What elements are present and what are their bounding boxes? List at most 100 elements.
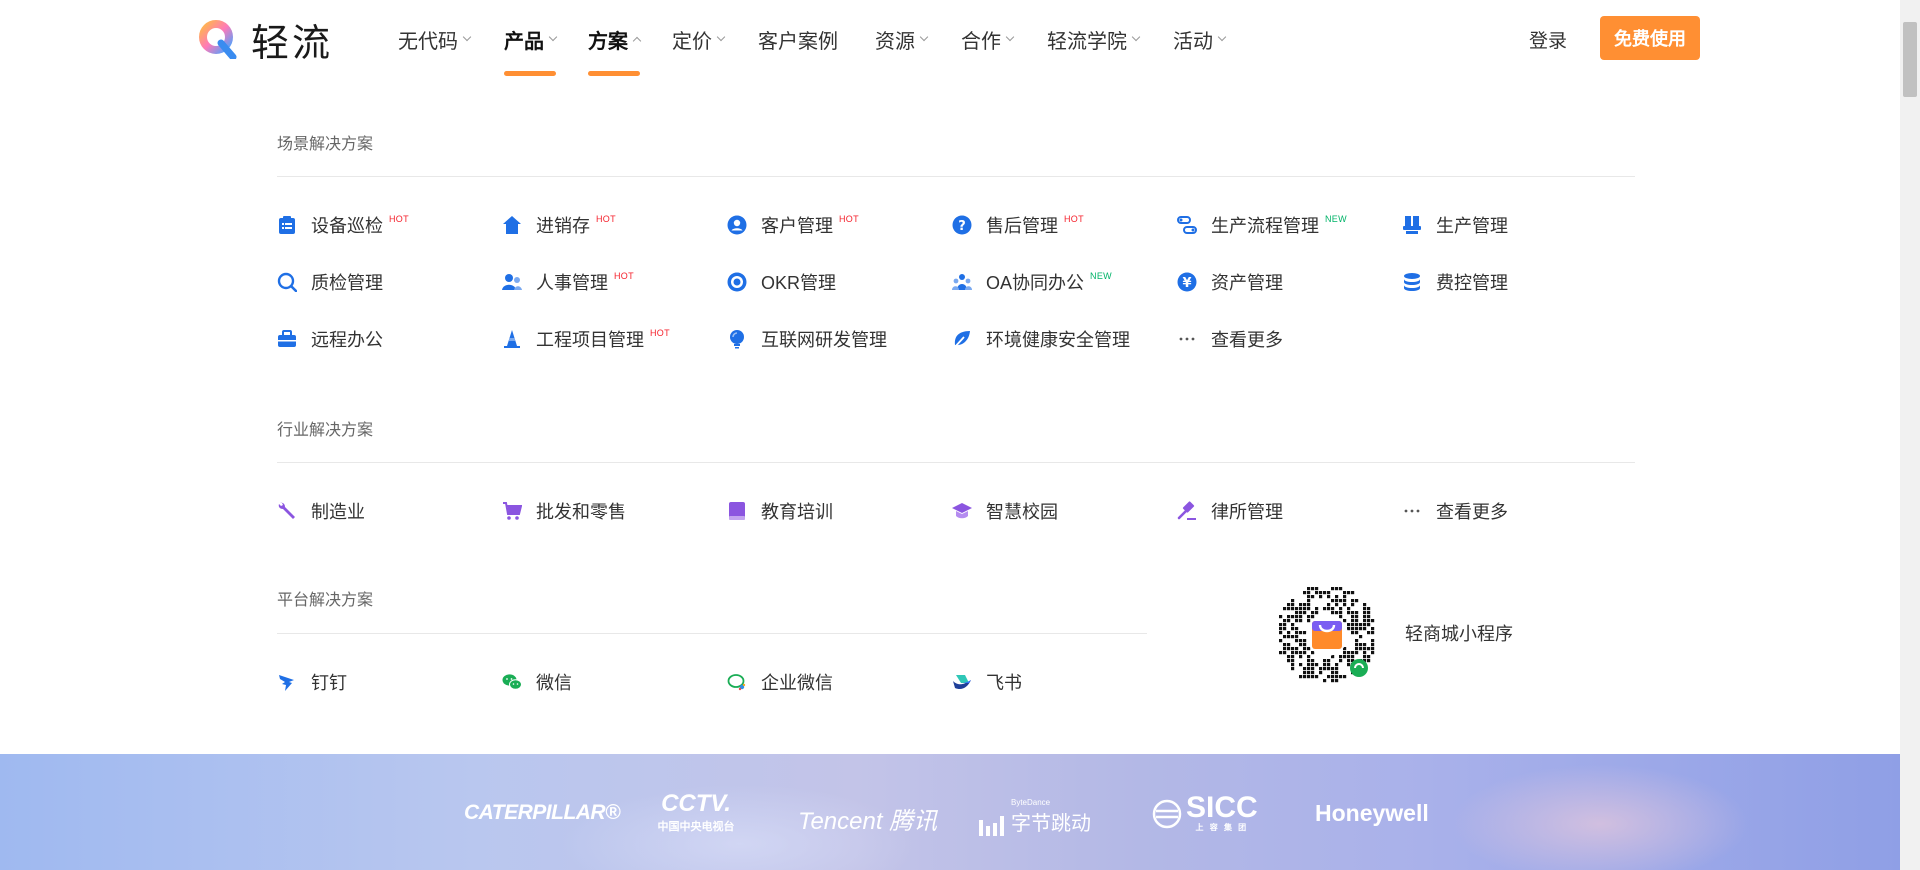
menu-item-industry-more[interactable]: 查看更多: [1402, 496, 1508, 526]
qr-dot: [1311, 615, 1315, 619]
qr-dot: [1367, 619, 1371, 623]
sicc-emblem-icon: [1152, 799, 1182, 828]
scrollbar-thumb[interactable]: [1903, 22, 1917, 97]
section-divider: [277, 462, 1635, 463]
menu-item-wholesale-retail[interactable]: 批发和零售: [502, 496, 626, 526]
qr-dot: [1351, 619, 1355, 623]
menu-item-dingtalk[interactable]: 钉钉: [277, 667, 347, 697]
qr-dot: [1355, 611, 1359, 615]
nav-item-pricing[interactable]: 定价: [672, 0, 726, 78]
qr-dot: [1363, 655, 1367, 659]
menu-item-inventory[interactable]: 进销存 HOT: [502, 210, 616, 240]
wrench-icon: [277, 501, 297, 521]
qr-dot: [1327, 595, 1331, 599]
solutions-dropdown: 场景解决方案 设备巡检 HOT 进销存 HOT 客户管理 HOT ? 售后管理 …: [0, 78, 1900, 754]
qr-dot: [1299, 655, 1303, 659]
nav-item-partners[interactable]: 合作: [961, 0, 1015, 78]
qr-dot: [1331, 675, 1335, 679]
target-icon: [727, 272, 747, 292]
cctv-name: CCTV.: [661, 790, 731, 817]
menu-item-label: 批发和零售: [536, 502, 626, 522]
qr-dot: [1299, 611, 1303, 615]
qr-dot: [1331, 607, 1335, 611]
nav-label: 轻流学院: [1047, 30, 1127, 53]
bytedance-en: ByteDance: [1011, 798, 1051, 807]
menu-item-oa-collaboration[interactable]: OA协同办公 NEW: [952, 267, 1112, 297]
menu-item-law-firm[interactable]: 律所管理: [1177, 496, 1283, 526]
nav-item-solutions[interactable]: 方案: [588, 0, 642, 78]
menu-item-asset-management[interactable]: ¥ 资产管理: [1177, 267, 1283, 297]
qr-dot: [1367, 647, 1371, 651]
nav-item-events[interactable]: 活动: [1173, 0, 1227, 78]
qr-dot: [1291, 647, 1295, 651]
qr-dot: [1295, 607, 1299, 611]
qr-dot: [1315, 675, 1319, 679]
database-icon: [1402, 272, 1422, 292]
qr-dot: [1307, 591, 1311, 595]
menu-item-label: OA协同办公: [986, 273, 1085, 293]
qingliu-logo[interactable]: 轻流: [199, 18, 333, 65]
menu-item-okr-management[interactable]: OKR管理: [727, 267, 836, 297]
menu-item-label: 远程办公: [311, 330, 383, 350]
menu-item-feishu[interactable]: 飞书: [952, 667, 1022, 697]
qr-dot: [1307, 619, 1311, 623]
qr-dot: [1335, 603, 1339, 607]
menu-item-internet-rd[interactable]: 互联网研发管理: [727, 324, 887, 354]
free-trial-button[interactable]: 免费使用: [1600, 16, 1700, 60]
nav-item-academy[interactable]: 轻流学院: [1047, 0, 1141, 78]
qr-dot: [1299, 643, 1303, 647]
menu-item-equipment-inspection[interactable]: 设备巡检 HOT: [277, 210, 409, 240]
active-underline: [504, 71, 556, 76]
qr-dot: [1355, 619, 1359, 623]
qr-dot: [1283, 643, 1287, 647]
logo-text: 轻流: [251, 20, 334, 65]
qr-dot: [1339, 615, 1343, 619]
qr-dot: [1343, 655, 1347, 659]
menu-item-production-management[interactable]: 生产管理: [1402, 210, 1508, 240]
menu-item-engineering-projects[interactable]: 工程项目管理 HOT: [502, 324, 670, 354]
page-scrollbar[interactable]: [1900, 0, 1920, 870]
menu-item-remote-office[interactable]: 远程办公: [277, 324, 383, 354]
sicc-logo: SICC 上 容 集 团: [1152, 793, 1258, 833]
bytedance-cn: 字节跳动: [1011, 813, 1091, 835]
nav-item-cases[interactable]: 客户案例: [758, 0, 838, 78]
menu-item-customer-management[interactable]: 客户管理 HOT: [727, 210, 859, 240]
menu-item-smart-campus[interactable]: 智慧校园: [952, 496, 1058, 526]
section-title-industry: 行业解决方案: [277, 422, 374, 439]
login-link[interactable]: 登录: [1529, 26, 1567, 53]
menu-item-ehs-management[interactable]: 环境健康安全管理: [952, 324, 1130, 354]
qr-dot: [1331, 679, 1335, 683]
menu-item-education[interactable]: 教育培训: [727, 496, 833, 526]
menu-item-label: 查看更多: [1436, 502, 1508, 522]
qr-dot: [1291, 607, 1295, 611]
menu-item-manufacturing[interactable]: 制造业: [277, 496, 365, 526]
chevron-up-icon: [632, 36, 642, 46]
qr-dot: [1311, 659, 1315, 663]
menu-item-scenario-more[interactable]: 查看更多: [1177, 324, 1283, 354]
bytedance-bars-icon: [979, 816, 1004, 836]
qr-dot: [1323, 667, 1327, 671]
menu-item-wechat[interactable]: 微信: [502, 667, 572, 697]
qr-dot: [1283, 607, 1287, 611]
qr-dot: [1367, 631, 1371, 635]
qr-dot: [1335, 663, 1339, 667]
nav-item-resources[interactable]: 资源: [875, 0, 929, 78]
qr-dot: [1311, 671, 1315, 675]
qr-dot: [1343, 595, 1347, 599]
nav-item-product[interactable]: 产品: [504, 0, 558, 78]
qr-dot: [1287, 631, 1291, 635]
menu-item-after-sales[interactable]: ? 售后管理 HOT: [952, 210, 1084, 240]
client-logos-banner: CATERPILLAR® CCTV. 中国中央电视台 Tencent 腾讯 By…: [0, 754, 1900, 870]
qr-dot: [1315, 611, 1319, 615]
nav-item-no-code[interactable]: 无代码: [398, 0, 472, 78]
qr-dot: [1363, 647, 1367, 651]
qr-dot: [1291, 655, 1295, 659]
menu-item-wecom[interactable]: 企业微信: [727, 667, 833, 697]
qr-dot: [1279, 627, 1283, 631]
menu-item-quality-inspection[interactable]: 质检管理: [277, 267, 383, 297]
menu-item-production-flow[interactable]: 生产流程管理 NEW: [1177, 210, 1347, 240]
menu-item-hr-management[interactable]: 人事管理 HOT: [502, 267, 634, 297]
qr-dot: [1371, 631, 1375, 635]
menu-item-expense-control[interactable]: 费控管理: [1402, 267, 1508, 297]
qr-dot: [1295, 651, 1299, 655]
